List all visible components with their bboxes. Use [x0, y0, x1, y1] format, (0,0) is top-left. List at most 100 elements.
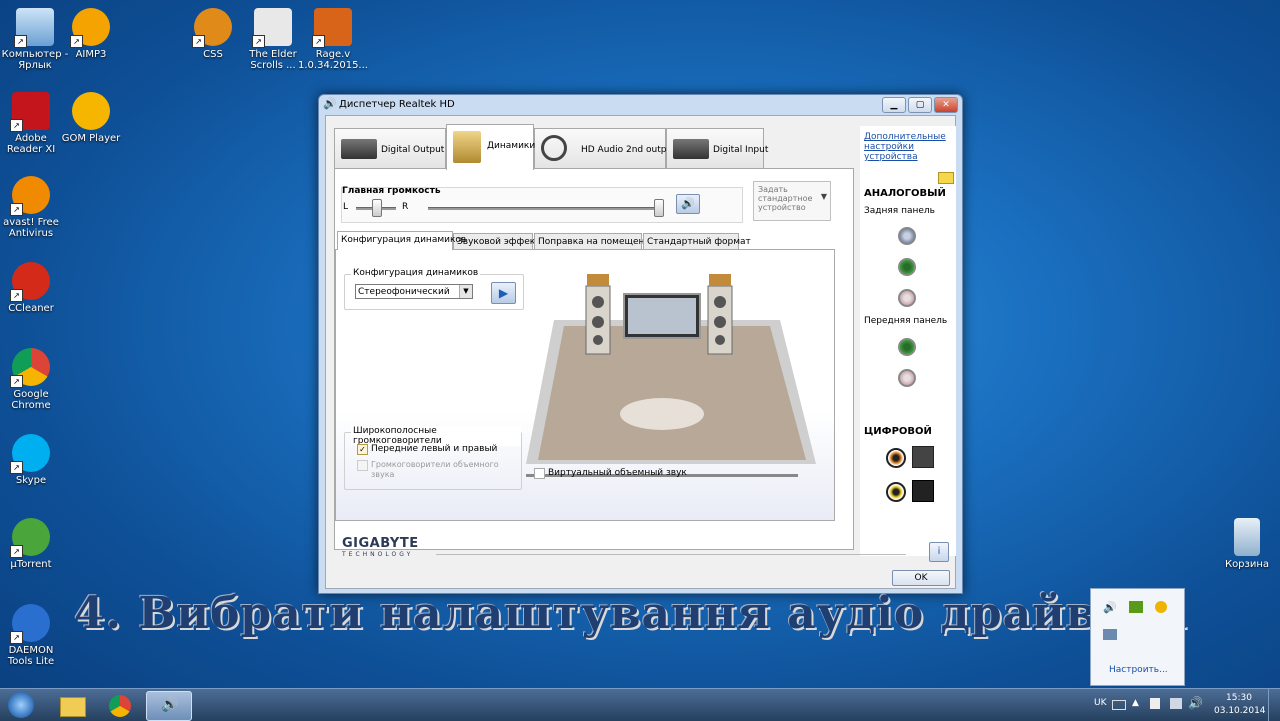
surround-speakers-checkbox[interactable] — [357, 460, 368, 471]
tab-speakers[interactable]: Динамики — [446, 124, 535, 170]
gom-tray-icon[interactable] — [1155, 601, 1167, 613]
volume-slider-track[interactable] — [428, 207, 658, 210]
show-hidden-icons-button[interactable]: ▲ — [1132, 698, 1139, 708]
ok-button[interactable]: OK — [892, 570, 950, 586]
desktop-icon-aimp[interactable]: ↗ AIMP3 — [56, 8, 126, 60]
desktop-icon-label: Skype — [15, 475, 47, 486]
computer-icon: ↗ — [14, 8, 54, 48]
speaker-icon: 🔊 — [323, 97, 337, 110]
show-desktop-button[interactable] — [1268, 689, 1280, 721]
tab-label: Стандартный формат — [647, 237, 751, 247]
chevron-down-icon: ▼ — [820, 192, 827, 201]
language-indicator[interactable]: UK — [1094, 698, 1107, 708]
title-bar[interactable]: 🔊 Диспетчер Realtek HD ▁ ▢ ✕ — [319, 95, 962, 115]
digital-heading: ЦИФРОВОЙ — [864, 426, 932, 437]
desktop-icon-skype[interactable]: ↗ Skype — [0, 434, 66, 486]
minimize-button[interactable]: ▁ — [882, 97, 906, 113]
windows-logo-icon — [8, 692, 34, 718]
nvidia-tray-icon[interactable] — [1129, 601, 1143, 613]
speaker-config-select[interactable]: Стереофонический ▼ — [355, 284, 473, 299]
speaker-tray-icon[interactable]: 🔊 — [1103, 601, 1117, 614]
front-left-right-checkbox[interactable]: ✓ — [357, 444, 368, 455]
tab-digital-input[interactable]: Digital Input — [666, 128, 768, 168]
analog-heading: АНАЛОГОВЫЙ — [864, 188, 946, 199]
clock-date[interactable]: 03.10.2014 — [1214, 706, 1266, 716]
volume-icon: 🔊 — [681, 197, 695, 210]
set-default-device-button[interactable]: Задать стандартное устройство ▼ — [753, 181, 831, 221]
start-button[interactable] — [2, 689, 40, 721]
desktop-icon-label: Rage.v 1.0.34.2015... — [298, 49, 368, 71]
tab-hd-audio-2nd-output[interactable]: HD Audio 2nd output — [534, 128, 676, 168]
back-jack-pink[interactable] — [898, 289, 916, 307]
tab-speaker-configuration[interactable]: Конфигурация динамиков — [337, 231, 466, 250]
tab-label: HD Audio 2nd output — [581, 145, 676, 155]
front-left-right-label: Передние левый и правый — [371, 444, 498, 454]
back-jack-blue[interactable] — [898, 227, 916, 245]
close-button[interactable]: ✕ — [934, 97, 958, 113]
network-icon[interactable] — [1170, 698, 1182, 709]
desktop-icon-avast[interactable]: ↗ avast! Free Antivirus — [0, 176, 66, 239]
folder-icon — [60, 697, 86, 717]
clock-time[interactable]: 15:30 — [1226, 693, 1252, 703]
aimp-icon: ↗ — [70, 8, 110, 48]
brand-sub: TECHNOLOGY — [342, 551, 414, 558]
taskbar-realtek[interactable]: 🔊 — [146, 691, 192, 721]
desktop-icon-chrome[interactable]: ↗ Google Chrome — [0, 348, 66, 411]
taskbar-chrome[interactable] — [98, 691, 142, 719]
front-panel-label: Передняя панель — [864, 316, 948, 326]
desktop-icon-label: CCleaner — [8, 303, 54, 314]
maximize-button[interactable]: ▢ — [908, 97, 932, 113]
mute-button[interactable]: 🔊 — [676, 194, 700, 214]
tab-default-format[interactable]: Стандартный формат — [643, 233, 751, 249]
info-button[interactable]: i — [929, 542, 949, 562]
desktop-icon-daemon[interactable]: ↗ DAEMON Tools Lite — [0, 604, 66, 667]
brand-name: GIGABYTE — [342, 536, 419, 551]
desktop-icon-label: µTorrent — [10, 559, 52, 570]
speaker-configuration-panel: Конфигурация динамиков Стереофонический … — [335, 249, 835, 521]
tutorial-caption: 4. Вибрати налаштування аудіо драйвера — [74, 588, 1188, 639]
digital-output-icon — [341, 139, 377, 159]
avast-icon: ↗ — [10, 176, 50, 216]
digital-optical-port-icon-2[interactable] — [912, 480, 934, 502]
back-jack-green[interactable] — [898, 258, 916, 276]
tab-digital-output[interactable]: Digital Output — [334, 128, 446, 168]
monitor-tray-icon[interactable] — [1103, 629, 1117, 640]
desktop-icon-gom[interactable]: GOM Player — [56, 92, 126, 144]
volume-tray-icon[interactable]: 🔊 — [1188, 696, 1203, 710]
desktop-icon-ccleaner[interactable]: ↗ CCleaner — [0, 262, 66, 314]
desktop-icon-label: Google Chrome — [11, 389, 51, 411]
tab-room-correction[interactable]: Поправка на помещение — [534, 233, 656, 249]
virtual-surround-label: Виртуальный объемный звук — [548, 468, 687, 478]
play-test-button[interactable]: ▶ — [491, 282, 516, 304]
window-client: Digital Output Динамики HD Audio 2nd out… — [325, 115, 956, 589]
left-speaker-icon — [585, 274, 611, 355]
speaker-config-value: Стереофонический — [358, 287, 450, 297]
desktop-icon-utorrent[interactable]: ↗ µTorrent — [0, 518, 66, 570]
advanced-settings-link[interactable]: Дополнительные настройки устройства — [860, 126, 956, 162]
volume-slider-thumb[interactable] — [654, 199, 664, 217]
play-icon: ▶ — [498, 286, 509, 300]
desktop-icon-label: DAEMON Tools Lite — [7, 645, 55, 667]
room-floor — [538, 326, 806, 460]
digital-optical-port-icon[interactable] — [912, 446, 934, 468]
taskbar-explorer[interactable] — [50, 691, 94, 719]
desktop-icon-label: CSS — [203, 49, 223, 60]
surround-speakers-label: Громкоговорители объемного звука — [371, 460, 499, 479]
action-center-icon[interactable] — [1150, 698, 1160, 709]
balance-slider-thumb[interactable] — [372, 199, 382, 217]
folder-icon[interactable] — [938, 172, 954, 184]
tab-label: Digital Output — [381, 145, 445, 155]
digital-coax-jack[interactable] — [886, 448, 906, 468]
speaker-room-illustration[interactable] — [526, 264, 826, 484]
desktop-icon-label: Корзина — [1224, 559, 1270, 570]
desktop-icon-label: AIMP3 — [75, 49, 107, 60]
wideband-speakers-title: Широкополосные громкоговорители — [351, 426, 521, 446]
digital-coax-jack-2[interactable] — [886, 482, 906, 502]
front-jack-pink[interactable] — [898, 369, 916, 387]
desktop-icon-rage[interactable]: ↗ Rage.v 1.0.34.2015... — [298, 8, 368, 71]
desktop-icon-recycle-bin[interactable]: Корзина — [1212, 518, 1280, 570]
front-jack-green[interactable] — [898, 338, 916, 356]
virtual-surround-checkbox[interactable] — [534, 468, 545, 479]
customize-link[interactable]: Настроить... — [1109, 665, 1168, 675]
floor-highlight — [620, 398, 704, 430]
